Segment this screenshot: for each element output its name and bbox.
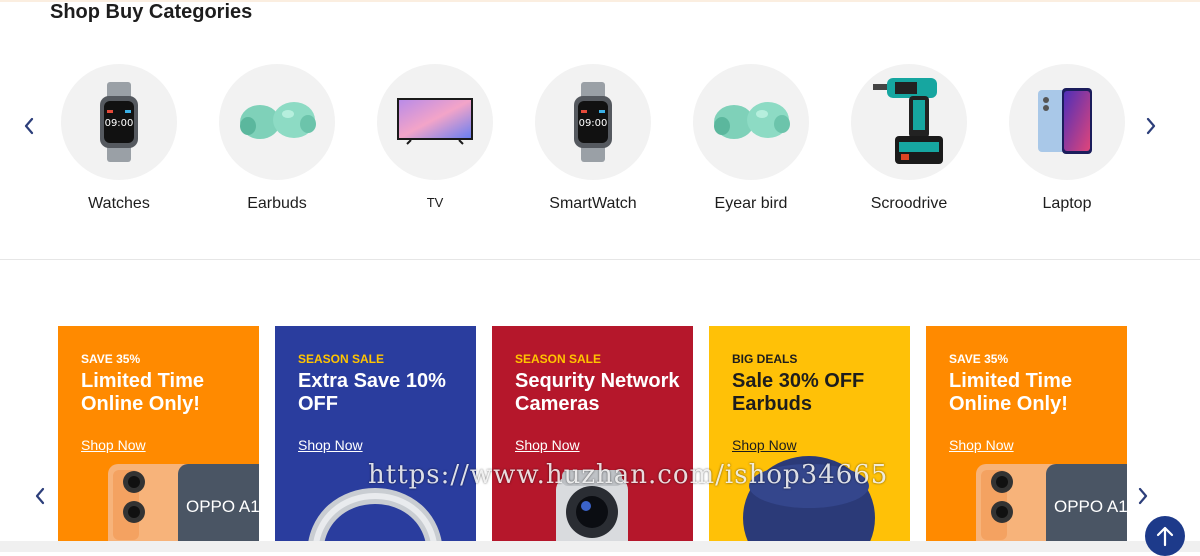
categories-prev-button[interactable] (20, 117, 38, 135)
banner-headline: Limited Time Online Only! (949, 370, 1072, 415)
category-item-eyear-bird[interactable]: Eyear bird (672, 64, 830, 214)
promo-banner[interactable]: BIG DEALS Sale 30% OFF Earbuds Shop Now (709, 326, 910, 542)
banner-headline: Extra Save 10% OFF (298, 370, 446, 415)
category-image: 09:00 (535, 64, 651, 180)
phone-brand-text: OPPO A1 (1054, 497, 1127, 516)
category-item-scroodrive[interactable]: Scroodrive (830, 64, 988, 214)
category-label: Scroodrive (870, 195, 948, 212)
banners-prev-button[interactable] (31, 487, 49, 505)
svg-text:09:00: 09:00 (579, 118, 608, 129)
bottom-bar (0, 541, 1200, 552)
smartwatch-icon: 09:00 (574, 82, 612, 162)
category-item-laptop[interactable]: Laptop (988, 64, 1146, 214)
banners-next-button[interactable] (1134, 487, 1152, 505)
promo-banner-carousel: SAVE 35% Limited Time Online Only! Shop … (58, 326, 1128, 542)
chevron-right-icon (1146, 117, 1156, 135)
chevron-right-icon (1138, 487, 1148, 505)
shop-now-link[interactable]: Shop Now (949, 437, 1014, 453)
section-divider (0, 259, 1200, 260)
phone-image: OPPO A1 (976, 464, 1127, 542)
promo-banner[interactable]: SEASON SALE Sequrity Network Cameras Sho… (492, 326, 693, 542)
category-item-earbuds[interactable]: Earbuds (198, 64, 356, 214)
promo-banner[interactable]: SAVE 35% Limited Time Online Only! Shop … (926, 326, 1127, 542)
banner-tag: BIG DEALS (732, 352, 798, 366)
phone-image: OPPO A1 (108, 464, 259, 542)
earbuds-icon (714, 102, 790, 139)
category-image (851, 64, 967, 180)
phone-brand-text: OPPO A1 (186, 497, 259, 516)
phone-icon (1038, 88, 1092, 154)
banner-headline: Sale 30% OFF Earbuds (732, 370, 865, 415)
category-label: SmartWatch (549, 195, 637, 212)
shop-now-link[interactable]: Shop Now (81, 437, 146, 453)
watermark-text: https://www.huzhan.com/ishop34665 (368, 460, 889, 490)
category-image (693, 64, 809, 180)
category-item-smartwatch[interactable]: 09:00 SmartWatch (514, 64, 672, 214)
banner-tag: SAVE 35% (81, 352, 141, 366)
banner-headline: Sequrity Network Cameras (515, 370, 680, 415)
shop-now-link[interactable]: Shop Now (515, 437, 580, 453)
shop-now-link[interactable]: Shop Now (298, 437, 363, 453)
promo-banner[interactable]: SAVE 35% Limited Time Online Only! Shop … (58, 326, 259, 542)
category-image (219, 64, 335, 180)
tv-icon (397, 98, 473, 145)
arrow-up-icon (1156, 526, 1174, 547)
category-label: TV (426, 195, 444, 210)
category-carousel: 09:00 Watches Earbuds TV 09:00 SmartWatc… (40, 64, 1140, 214)
category-label: Laptop (1042, 195, 1092, 212)
category-label: Eyear bird (714, 195, 788, 212)
category-item-tv[interactable]: TV (356, 64, 514, 214)
chevron-left-icon (24, 117, 34, 135)
category-item-watches[interactable]: 09:00 Watches (40, 64, 198, 214)
drill-icon (873, 78, 943, 164)
category-label: Earbuds (247, 195, 307, 212)
smartwatch-icon: 09:00 (100, 82, 138, 162)
category-label: Watches (88, 195, 150, 212)
category-image (1009, 64, 1125, 180)
banner-tag: SEASON SALE (515, 352, 602, 366)
banner-tag: SAVE 35% (949, 352, 1009, 366)
section-title: Shop Buy Categories (50, 1, 253, 23)
earbuds-icon (240, 102, 316, 139)
scroll-to-top-button[interactable] (1145, 516, 1185, 556)
shop-now-link[interactable]: Shop Now (732, 437, 797, 453)
svg-text:09:00: 09:00 (105, 118, 134, 129)
category-image (377, 64, 493, 180)
chevron-left-icon (35, 487, 45, 505)
category-image: 09:00 (61, 64, 177, 180)
banner-tag: SEASON SALE (298, 352, 385, 366)
banner-headline: Limited Time Online Only! (81, 370, 204, 415)
promo-banner[interactable]: SEASON SALE Extra Save 10% OFF Shop Now (275, 326, 476, 542)
